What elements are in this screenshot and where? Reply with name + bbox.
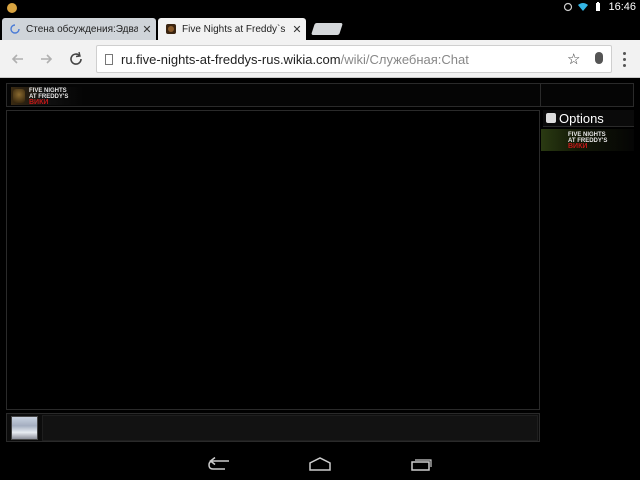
wifi-icon xyxy=(578,3,589,11)
chat-user-sidebar: Options FIVE NIGHTS AT FREDDY'S ВИКИ xyxy=(541,110,634,410)
url-path: /wiki/Служебная:Chat xyxy=(340,52,469,67)
back-arrow-icon xyxy=(11,54,23,64)
tab-label: Five Nights at Freddy`s вики xyxy=(182,23,288,35)
logo-wiki: ВИКИ xyxy=(29,99,49,106)
chat-message-area[interactable] xyxy=(6,110,540,410)
options-gear-icon xyxy=(546,113,556,123)
message-input[interactable] xyxy=(42,415,538,441)
page-icon xyxy=(105,54,113,65)
status-icons: 16:46 xyxy=(563,1,636,13)
address-bar[interactable]: ru.five-nights-at-freddys-rus.wikia.com/… xyxy=(96,45,612,73)
forward-arrow-icon xyxy=(41,54,53,64)
system-nav-bar xyxy=(0,447,640,480)
user-avatar[interactable] xyxy=(11,416,38,440)
reload-icon xyxy=(70,51,82,65)
battery-icon xyxy=(596,2,601,11)
forward-button[interactable] xyxy=(36,49,56,69)
chat-page: FIVE NIGHTS AT FREDDY'S ВИКИ Options FIV… xyxy=(0,79,640,447)
url-host: ru.five-nights-at-freddys-rus.wikia.com xyxy=(121,52,341,67)
sync-icon xyxy=(564,2,573,12)
chat-header: FIVE NIGHTS AT FREDDY'S ВИКИ xyxy=(6,83,634,107)
recent-apps-nav-icon[interactable] xyxy=(410,457,434,471)
android-screen: 16:46 Стена обсуждения:Эдвард ✕ Five Nig… xyxy=(0,0,640,480)
bookmark-star-icon[interactable]: ☆ xyxy=(567,50,580,68)
options-button[interactable]: Options xyxy=(543,110,634,127)
back-button[interactable] xyxy=(8,49,28,69)
options-label: Options xyxy=(559,110,604,126)
back-nav-icon[interactable] xyxy=(207,457,231,471)
new-tab-button[interactable] xyxy=(311,23,343,35)
home-nav-icon[interactable] xyxy=(308,457,332,471)
notification-icon xyxy=(7,3,17,13)
close-icon[interactable]: ✕ xyxy=(288,23,306,36)
close-icon[interactable]: ✕ xyxy=(138,23,156,36)
tab-fnaf-wiki[interactable]: Five Nights at Freddy`s вики ✕ xyxy=(158,18,306,40)
loading-icon xyxy=(10,24,20,34)
wiki-logo[interactable]: FIVE NIGHTS AT FREDDY'S ВИКИ xyxy=(11,87,83,106)
status-clock: 16:46 xyxy=(608,1,636,13)
browser-toolbar: ru.five-nights-at-freddys-rus.wikia.com/… xyxy=(0,40,640,78)
tab-label: Стена обсуждения:Эдвард xyxy=(26,23,138,35)
logo-wiki: ВИКИ xyxy=(568,143,588,150)
freddy-image xyxy=(13,89,25,103)
url-text[interactable]: ru.five-nights-at-freddys-rus.wikia.com/… xyxy=(121,52,469,67)
menu-button[interactable] xyxy=(623,52,627,68)
header-divider xyxy=(540,84,541,106)
fnaf-favicon-icon xyxy=(166,24,176,34)
microphone-icon[interactable] xyxy=(595,52,603,64)
chat-input-bar xyxy=(6,413,540,442)
tab-discussion-wall[interactable]: Стена обсуждения:Эдвард ✕ xyxy=(2,18,156,40)
status-bar: 16:46 xyxy=(0,0,640,16)
reload-button[interactable] xyxy=(66,49,86,69)
sidebar-wiki-logo[interactable]: FIVE NIGHTS AT FREDDY'S ВИКИ xyxy=(541,129,634,151)
